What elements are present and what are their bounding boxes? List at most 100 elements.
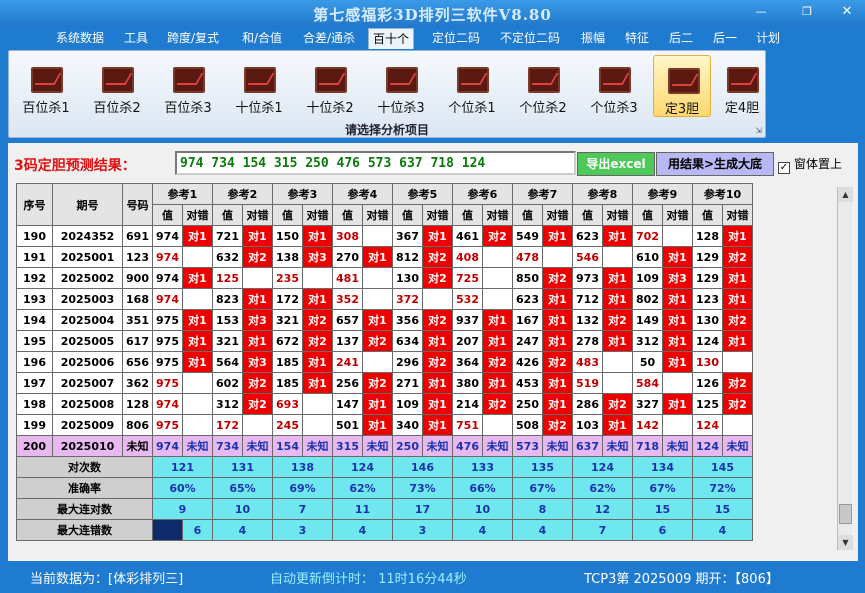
expand-icon[interactable]: ⇲ [755,126,762,135]
ref-hit: 对1 [182,351,213,373]
menu-item[interactable]: 计划 [752,30,784,48]
ribbon-button[interactable]: 十位杀2 [301,55,359,117]
close-icon[interactable]: ✕ [838,5,856,19]
scroll-down-icon[interactable]: ▼ [838,535,853,550]
table-row[interactable]: 193 2025003 168 974 823 对1 172 对1 352 372 532 623 对1… [16,288,753,310]
maximize-icon[interactable]: ❐ [798,5,816,19]
ref-hit: 对1 [422,414,453,436]
menu-item[interactable]: 跨度/复式 [163,30,223,48]
menu-item[interactable]: 百十个 [368,28,415,49]
ref-value: 130 [392,267,423,289]
scroll-up-icon[interactable]: ▲ [838,187,853,202]
stat-value: 3 [392,519,453,541]
ref-value: 478 [512,246,543,268]
minimize-icon[interactable]: — [752,5,770,19]
pred-unknown: 未知 [362,435,393,457]
table-row[interactable]: 194 2025004 351 975 对1 153 对3 321 对2 657 对1 356 对2 93… [16,309,753,331]
table-row[interactable]: 199 2025009 806 975 172 245 501 对1 340 对1 751 508 对2… [16,414,753,436]
ref-value: 712 [572,288,603,310]
ref-hit: 对2 [362,330,393,352]
ref-value: 126 [692,372,723,394]
scroll-thumb[interactable] [839,504,852,524]
menu-item[interactable]: 不定位二码 [496,30,564,48]
stat-value: 67% [632,477,693,499]
table-row[interactable]: 191 2025001 123 974 632 对2 138 对3 270 对1 812 对2 408 4… [16,246,753,268]
ref-value: 937 [452,309,483,331]
menu-item[interactable]: 后二 [665,30,697,48]
ref-hit [662,372,693,394]
prediction-row[interactable]: 200 2025010 未知 974 未知 734 未知 154 未知 315 未知 250 未知 476… [16,435,753,457]
table-row[interactable]: 196 2025006 656 975 对1 564 对3 185 对1 241 296 对2 364 对… [16,351,753,373]
vertical-scrollbar[interactable]: ▲ ▼ [837,187,853,550]
ref-hit: 对1 [182,330,213,352]
menu-item[interactable]: 和/合值 [238,30,286,48]
ref-hit: 对2 [242,372,273,394]
stat-value: 133 [452,456,513,478]
stat-label: 准确率 [16,477,153,499]
menu-item[interactable]: 定位二码 [428,30,484,48]
menu-bar: 系统数据 工具 跨度/复式 和/合值 合差/通杀 百十个 定位二码 不定位二码 振幅 特征 后二 后一… [0,27,865,49]
stat-label: 最大连对数 [16,498,153,520]
ref-value: 802 [632,288,663,310]
stat-value: 4 [452,519,513,541]
ref-value: 124 [692,414,723,436]
header-hit: 对错 [242,204,273,226]
table-row[interactable]: 197 2025007 362 975 602 对2 185 对1 256 对2 271 对1 380 对… [16,372,753,394]
row-number: 128 [122,393,153,415]
generate-base-button[interactable]: 用结果>生成大底 [656,152,774,176]
ref-value: 461 [452,225,483,247]
header-value: 值 [152,204,183,226]
table-row[interactable]: 198 2025008 128 974 312 对2 693 147 对1 109 对1 214 对2 2… [16,393,753,415]
table-row[interactable]: 192 2025002 900 974 对1 125 235 481 130 对2 725 850 对2… [16,267,753,289]
export-excel-button[interactable]: 导出excel [577,152,655,176]
menu-item[interactable]: 合差/通杀 [299,30,359,48]
countdown-text: 自动更新倒计时： 11时16分44秒 [270,572,467,587]
ribbon-button[interactable]: 百位杀1 [17,55,75,117]
ref-hit: 对1 [542,225,573,247]
header-hit: 对错 [602,204,633,226]
ribbon-button[interactable]: 百位杀3 [159,55,217,117]
pred-unknown: 未知 [482,435,513,457]
ref-hit [362,267,393,289]
ribbon-button[interactable]: 个位杀1 [443,55,501,117]
prediction-field[interactable]: 974 734 154 315 250 476 573 637 718 124 [175,151,576,175]
stat-value: 3 [272,519,333,541]
pred-value: 734 [212,435,243,457]
ref-hit: 对2 [422,267,453,289]
pred-value: 315 [332,435,363,457]
ribbon-button[interactable]: 定4胆 [713,55,771,117]
ribbon-caption: 请选择分析项目 [344,123,429,137]
ref-hit: 对1 [662,330,693,352]
ref-value: 150 [272,225,303,247]
table-row[interactable]: 190 2024352 691 974 对1 721 对1 150 对1 308 367 对1 461 对… [16,225,753,247]
ref-hit: 对2 [602,393,633,415]
menu-item[interactable]: 工具 [120,30,152,48]
ribbon-button[interactable]: 个位杀3 [585,55,643,117]
stat-value: 146 [392,456,453,478]
menu-item[interactable]: 振幅 [577,30,609,48]
chart-icon [102,67,134,93]
pred-value: 573 [512,435,543,457]
ref-value: 103 [572,414,603,436]
ref-hit: 对2 [242,393,273,415]
keep-on-top-checkbox[interactable]: ✓ 窗体置上 [778,155,842,174]
ref-value: 167 [512,309,543,331]
ribbon-button[interactable]: 定3胆 [653,55,711,117]
menu-item[interactable]: 系统数据 [52,30,108,48]
header-hit: 对错 [722,204,753,226]
ref-value: 312 [212,393,243,415]
ribbon-button[interactable]: 十位杀1 [230,55,288,117]
check-icon[interactable]: ✓ [778,162,790,174]
ref-hit [482,288,513,310]
ribbon-button[interactable]: 个位杀2 [514,55,572,117]
ref-hit: 对1 [182,267,213,289]
ref-hit [482,267,513,289]
ribbon-button[interactable]: 百位杀2 [88,55,146,117]
ref-hit: 对1 [482,372,513,394]
menu-item[interactable]: 特征 [621,30,653,48]
ribbon-button[interactable]: 十位杀3 [372,55,430,117]
menu-item[interactable]: 后一 [709,30,741,48]
ref-value: 129 [692,246,723,268]
table-row[interactable]: 195 2025005 617 975 对1 321 对1 672 对2 137 对2 634 对1 20… [16,330,753,352]
stat-value: 62% [572,477,633,499]
